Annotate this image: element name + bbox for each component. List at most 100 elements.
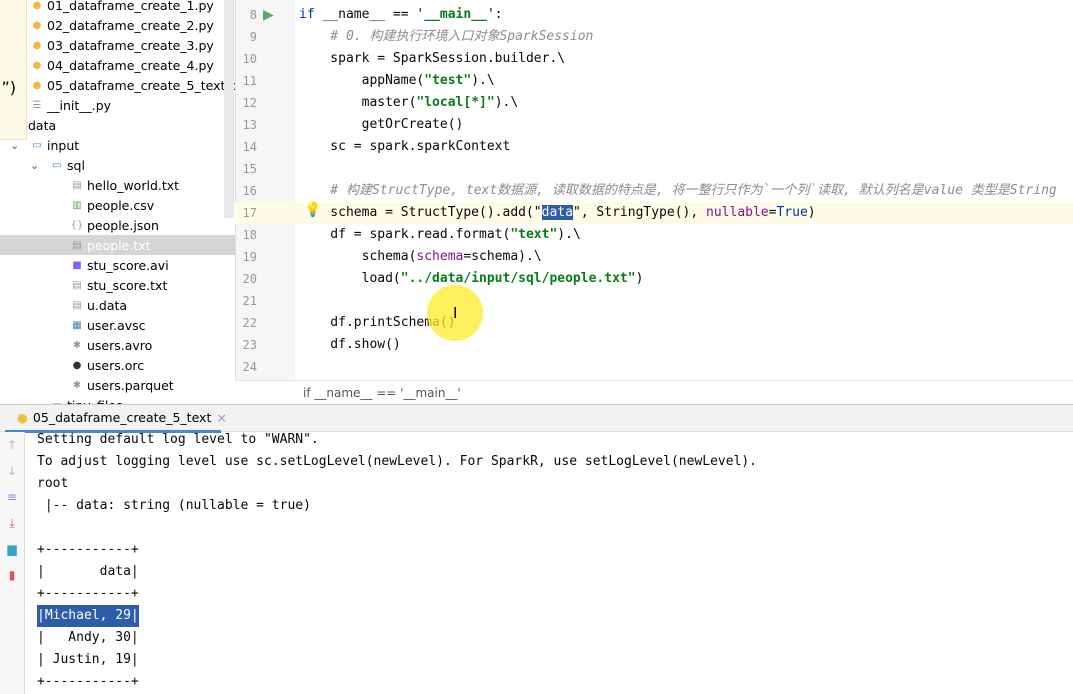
code-line[interactable]: getOrCreate() <box>299 114 1073 136</box>
tree-item-label: 05_dataframe_create_5_text.py <box>47 77 235 93</box>
line-number: 21 <box>242 294 257 308</box>
text-file-icon: ▤ <box>72 299 82 311</box>
tree-item[interactable]: ⌄ ▭ sql <box>0 155 235 175</box>
json-file-icon: {} <box>70 219 84 231</box>
line-number: 11 <box>242 74 257 88</box>
breadcrumb-item[interactable]: if __name__ == '__main__' <box>303 386 461 400</box>
tree-item-label: sql <box>67 157 85 173</box>
tree-item[interactable]: ▤ people.txt <box>0 235 235 255</box>
console-line: +-----------+ <box>37 586 139 601</box>
lightbulb-icon[interactable]: 💡 <box>304 202 321 218</box>
code-line[interactable]: df = spark.read.format("text").\ <box>299 224 1073 246</box>
text-cursor-icon: I <box>453 304 458 322</box>
code-token: getOrCreate() <box>299 117 464 132</box>
tree-item[interactable]: ☰ __init__.py <box>0 95 235 115</box>
close-icon[interactable]: × <box>216 410 226 425</box>
code-line[interactable] <box>299 290 1073 312</box>
code-token: ).\ <box>494 95 519 110</box>
tree-item[interactable]: ✱ users.parquet <box>0 375 235 395</box>
tree-item[interactable]: {} people.json <box>0 215 235 235</box>
code-line[interactable]: schema(schema=schema).\ <box>299 246 1073 268</box>
run-icon[interactable]: ▶ <box>263 7 274 23</box>
orc-file-icon: ● <box>72 359 82 371</box>
tree-item[interactable]: ▤ u.data <box>0 295 235 315</box>
tree-item[interactable]: ● 05_dataframe_create_5_text.py <box>0 75 235 95</box>
tree-item[interactable]: ⌄ ▭ input <box>0 135 235 155</box>
code-line[interactable]: appName("test").\ <box>299 70 1073 92</box>
code-token: spark = SparkSession.builder.\ <box>299 51 566 66</box>
tree-item[interactable]: ● 02_dataframe_create_2.py <box>0 15 235 35</box>
folder-icon: ▭ <box>52 159 62 171</box>
tree-item[interactable]: ● 04_dataframe_create_4.py <box>0 55 235 75</box>
tree-item-label: users.parquet <box>87 377 174 393</box>
code-token: ) <box>635 271 644 286</box>
asterisk-file-icon: ✱ <box>72 339 82 351</box>
code-token: schema = StructType().add(" <box>299 205 542 220</box>
code-token: "../data/input/sql/people.txt" <box>400 271 636 286</box>
print-icon[interactable]: ▆ <box>4 542 20 558</box>
run-tabs: ● 05_dataframe_create_5_text × <box>0 404 1073 433</box>
breadcrumb[interactable]: if __name__ == '__main__' <box>235 380 1073 404</box>
code-token: ) <box>807 205 816 220</box>
down-arrow-icon[interactable]: ↓ <box>4 464 20 480</box>
tree-item[interactable]: ■ stu_score.avi <box>0 255 235 275</box>
up-arrow-icon[interactable]: ↑ <box>4 438 20 454</box>
project-tree: ● 01_dataframe_create_1.py ● 02_dataframe_c… <box>0 0 235 404</box>
code-token: '__main__' <box>416 7 495 22</box>
tree-item[interactable]: ● users.orc <box>0 355 235 375</box>
tree-item[interactable]: ▭tiny_files <box>0 395 235 405</box>
trash-icon[interactable]: ▮ <box>4 568 20 584</box>
console-line: | Justin, 19| <box>37 652 139 667</box>
tree-item-label: users.avro <box>87 337 153 353</box>
console-line: Setting default log level to "WARN". <box>37 432 319 447</box>
code-line[interactable]: master("local[*]").\ <box>299 92 1073 114</box>
tree-item-label: stu_score.txt <box>87 277 168 293</box>
python-file-icon: ● <box>32 19 42 31</box>
code-token: ", StringType(), <box>572 205 707 220</box>
tree-item[interactable]: ● 01_dataframe_create_1.py <box>0 0 235 15</box>
code-line[interactable]: sc = spark.sparkContext <box>299 136 1073 158</box>
asterisk-file-icon: ✱ <box>72 379 82 391</box>
console-line: |-- data: string (nullable = true) <box>37 498 311 513</box>
code-token: schema <box>416 249 464 264</box>
code-token: load( <box>299 271 401 286</box>
line-number: 18 <box>242 228 257 242</box>
tree-item[interactable]: data <box>0 115 235 135</box>
code-token: sc = spark.sparkContext <box>299 139 511 154</box>
python-icon: ● <box>17 410 28 425</box>
code-line[interactable]: # 0. 构建执行环境入口对象SparkSession <box>299 26 1073 48</box>
code-token: if <box>299 7 323 22</box>
tree-item-label: hello_world.txt <box>87 177 180 193</box>
code-line[interactable]: if __name__ == '__main__': <box>299 4 1073 26</box>
chevron-down-icon[interactable]: ⌄ <box>30 159 39 172</box>
tree-item[interactable]: ▦ user.avsc <box>0 315 235 335</box>
console-line: | data| <box>37 564 139 579</box>
avsc-file-icon: ▦ <box>72 319 82 331</box>
code-line[interactable]: schema = StructType().add("data", String… <box>299 202 1073 224</box>
code-line[interactable]: spark = SparkSession.builder.\ <box>299 48 1073 70</box>
line-number: 17 <box>242 206 257 220</box>
chevron-down-icon[interactable]: ⌄ <box>10 139 19 152</box>
code-line[interactable]: # 构建StructType, text数据源, 读取数据的特点是, 将一整行只… <box>299 180 1073 202</box>
tree-item[interactable]: ▤ hello_world.txt <box>0 175 235 195</box>
code-line[interactable]: df.show() <box>299 334 1073 356</box>
line-number: 20 <box>242 272 257 286</box>
console-line: |Michael, 29| <box>37 605 139 627</box>
text-file-icon: ▤ <box>72 239 82 251</box>
code-token: df.show() <box>299 337 401 352</box>
tree-item[interactable]: ▥ people.csv <box>0 195 235 215</box>
tree-item-label: __init__.py <box>47 97 112 113</box>
tree-item[interactable]: ▤ stu_score.txt <box>0 275 235 295</box>
scroll-to-end-icon[interactable]: ⤓ <box>4 516 20 532</box>
code-line[interactable]: load("../data/input/sql/people.txt") <box>299 268 1073 290</box>
tree-item-label: user.avsc <box>87 317 146 333</box>
tree-scrollbar[interactable] <box>224 0 234 218</box>
tree-item-label: 03_dataframe_create_3.py <box>47 37 214 53</box>
tree-item[interactable]: ● 03_dataframe_create_3.py <box>0 35 235 55</box>
code-token: ).\ <box>471 73 495 88</box>
code-line[interactable] <box>299 356 1073 378</box>
tree-item[interactable]: ✱ users.avro <box>0 335 235 355</box>
code-line[interactable] <box>299 158 1073 180</box>
code-line[interactable]: df.printSchema() <box>299 312 1073 334</box>
soft-wrap-icon[interactable]: ≡ <box>4 490 20 506</box>
